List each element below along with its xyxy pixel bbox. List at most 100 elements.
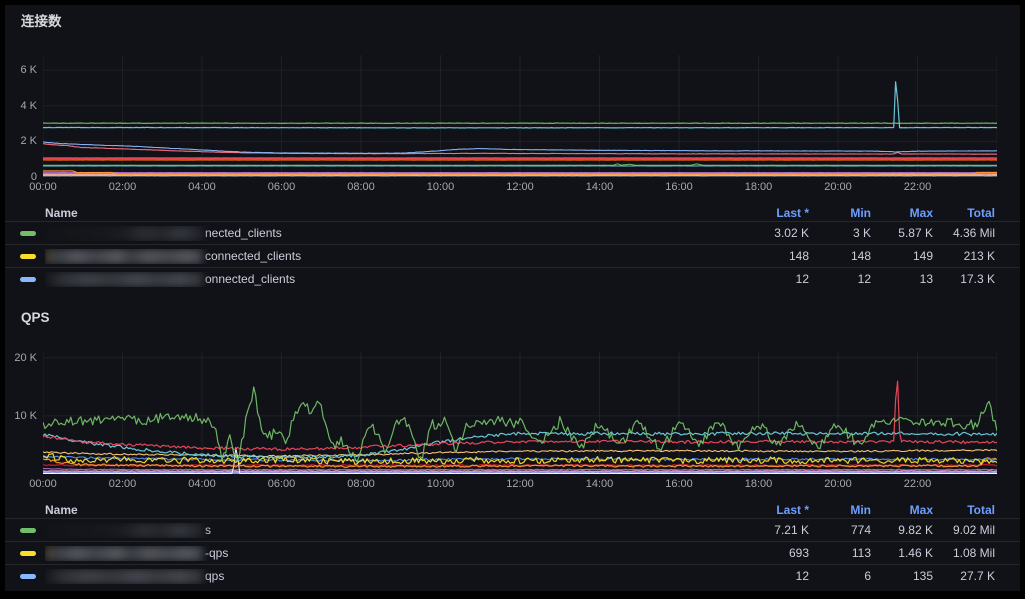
series-color-swatch-icon[interactable] (20, 277, 36, 282)
x-tick-label: 02:00 (109, 478, 137, 490)
qps-chart[interactable]: 20 K 10 K 00:00 02:00 04:00 06:00 08:00 10:00 1… (5, 352, 1020, 492)
connections-legend-table: NameLast *MinMaxTotalnected_clients3.02 … (5, 204, 1020, 290)
legend-value-total: 1.08 Mil (933, 546, 995, 560)
series-name[interactable]: onnected_clients (45, 272, 737, 287)
qps-legend-table: NameLast *MinMaxTotal s 7.21 K7749.82 K9.0… (5, 501, 1020, 587)
x-tick-label: 18:00 (745, 478, 773, 490)
x-tick-label: 10:00 (427, 478, 455, 490)
legend-row[interactable]: qps 12613527.7 K (5, 564, 1020, 587)
redacted-name-blur (45, 569, 203, 584)
x-tick-label: 10:00 (427, 181, 455, 193)
legend-value-last: 12 (737, 569, 809, 583)
legend-value-min: 774 (809, 523, 871, 537)
legend-column-header-last[interactable]: Last * (737, 503, 809, 517)
legend-row[interactable]: nected_clients3.02 K3 K5.87 K4.36 Mil (5, 221, 1020, 244)
panel-title-qps[interactable]: QPS (21, 310, 1020, 325)
series-name[interactable]: nected_clients (45, 226, 737, 241)
legend-value-min: 3 K (809, 226, 871, 240)
legend-value-max: 1.46 K (871, 546, 933, 560)
x-tick-label: 06:00 (268, 181, 296, 193)
x-tick-label: 06:00 (268, 478, 296, 490)
y-tick-label: 20 K (14, 352, 37, 364)
x-tick-label: 08:00 (347, 181, 375, 193)
legend-value-last: 148 (737, 249, 809, 263)
redacted-name-blur (45, 523, 203, 538)
redacted-name-blur (45, 546, 203, 561)
x-tick-label: 00:00 (29, 478, 57, 490)
legend-column-header-min[interactable]: Min (809, 503, 871, 517)
x-tick-label: 22:00 (904, 181, 932, 193)
legend-header-row: NameLast *MinMaxTotal (5, 204, 1020, 221)
legend-value-last: 693 (737, 546, 809, 560)
x-tick-label: 04:00 (188, 181, 216, 193)
series-color-swatch-icon[interactable] (20, 231, 36, 236)
legend-value-min: 6 (809, 569, 871, 583)
legend-value-max: 9.82 K (871, 523, 933, 537)
legend-column-header-total[interactable]: Total (933, 503, 995, 517)
legend-value-max: 135 (871, 569, 933, 583)
x-tick-label: 16:00 (665, 478, 693, 490)
connections-x-axis: 00:0002:0004:0006:0008:0010:0012:0014:00… (43, 179, 997, 195)
series-name[interactable]: qps (45, 569, 737, 584)
legend-column-header-last[interactable]: Last * (737, 206, 809, 220)
legend-value-max: 5.87 K (871, 226, 933, 240)
redacted-name-blur (45, 226, 203, 241)
series-name[interactable]: connected_clients (45, 249, 737, 264)
connections-timeseries[interactable] (43, 55, 997, 177)
legend-column-header-max[interactable]: Max (871, 503, 933, 517)
series-color-swatch-icon[interactable] (20, 574, 36, 579)
series-name[interactable]: s (45, 523, 737, 538)
redacted-name-blur (45, 249, 203, 264)
legend-value-last: 7.21 K (737, 523, 809, 537)
legend-row[interactable]: onnected_clients12121317.3 K (5, 267, 1020, 290)
legend-column-header-name[interactable]: Name (45, 503, 737, 517)
series-color-swatch-icon[interactable] (20, 528, 36, 533)
series-color-swatch-icon[interactable] (20, 551, 36, 556)
series-name-suffix: s (205, 523, 211, 537)
y-tick-label: 6 K (20, 64, 37, 76)
legend-row[interactable]: s 7.21 K7749.82 K9.02 Mil (5, 518, 1020, 541)
series-line[interactable] (43, 471, 997, 472)
legend-column-header-total[interactable]: Total (933, 206, 995, 220)
legend-value-last: 12 (737, 272, 809, 286)
x-tick-label: 00:00 (29, 181, 57, 193)
x-tick-label: 12:00 (506, 478, 534, 490)
legend-value-total: 27.7 K (933, 569, 995, 583)
legend-value-last: 3.02 K (737, 226, 809, 240)
qps-plot-area[interactable]: 00:0002:0004:0006:0008:0010:0012:0014:00… (43, 352, 997, 492)
x-tick-label: 18:00 (745, 181, 773, 193)
legend-row[interactable]: -qps6931131.46 K1.08 Mil (5, 541, 1020, 564)
panel-title-connections[interactable]: 连接数 (21, 14, 1020, 29)
legend-column-header-max[interactable]: Max (871, 206, 933, 220)
x-tick-label: 08:00 (347, 478, 375, 490)
x-tick-label: 14:00 (586, 478, 614, 490)
legend-value-min: 113 (809, 546, 871, 560)
series-name-suffix: connected_clients (205, 249, 301, 263)
qps-timeseries[interactable] (43, 352, 997, 474)
series-name[interactable]: -qps (45, 546, 737, 561)
connections-y-axis: 6 K4 K2 K0 (5, 55, 43, 177)
legend-value-total: 9.02 Mil (933, 523, 995, 537)
legend-value-min: 148 (809, 249, 871, 263)
connections-plot-area[interactable]: 00:0002:0004:0006:0008:0010:0012:0014:00… (43, 55, 997, 195)
legend-column-header-name[interactable]: Name (45, 206, 737, 220)
legend-value-total: 17.3 K (933, 272, 995, 286)
x-tick-label: 04:00 (188, 478, 216, 490)
x-tick-label: 12:00 (506, 181, 534, 193)
legend-row[interactable]: connected_clients148148149213 K (5, 244, 1020, 267)
x-tick-label: 20:00 (824, 478, 852, 490)
panel-connections: 连接数 6 K4 K2 K0 00:0002:0004:0006:0008:00… (5, 14, 1020, 290)
y-tick-label: 10 K (14, 410, 37, 422)
legend-value-max: 149 (871, 249, 933, 263)
x-tick-label: 14:00 (586, 181, 614, 193)
series-name-suffix: qps (205, 569, 224, 583)
connections-chart[interactable]: 6 K4 K2 K0 00:0002:0004:0006:0008:0010:0… (5, 55, 1020, 195)
series-color-swatch-icon[interactable] (20, 254, 36, 259)
x-tick-label: 16:00 (665, 181, 693, 193)
y-tick-label: 4 K (20, 100, 37, 112)
legend-column-header-min[interactable]: Min (809, 206, 871, 220)
series-name-suffix: onnected_clients (205, 272, 295, 286)
qps-y-axis: 20 K 10 K (5, 352, 43, 474)
series-line[interactable] (43, 472, 997, 473)
legend-value-total: 4.36 Mil (933, 226, 995, 240)
